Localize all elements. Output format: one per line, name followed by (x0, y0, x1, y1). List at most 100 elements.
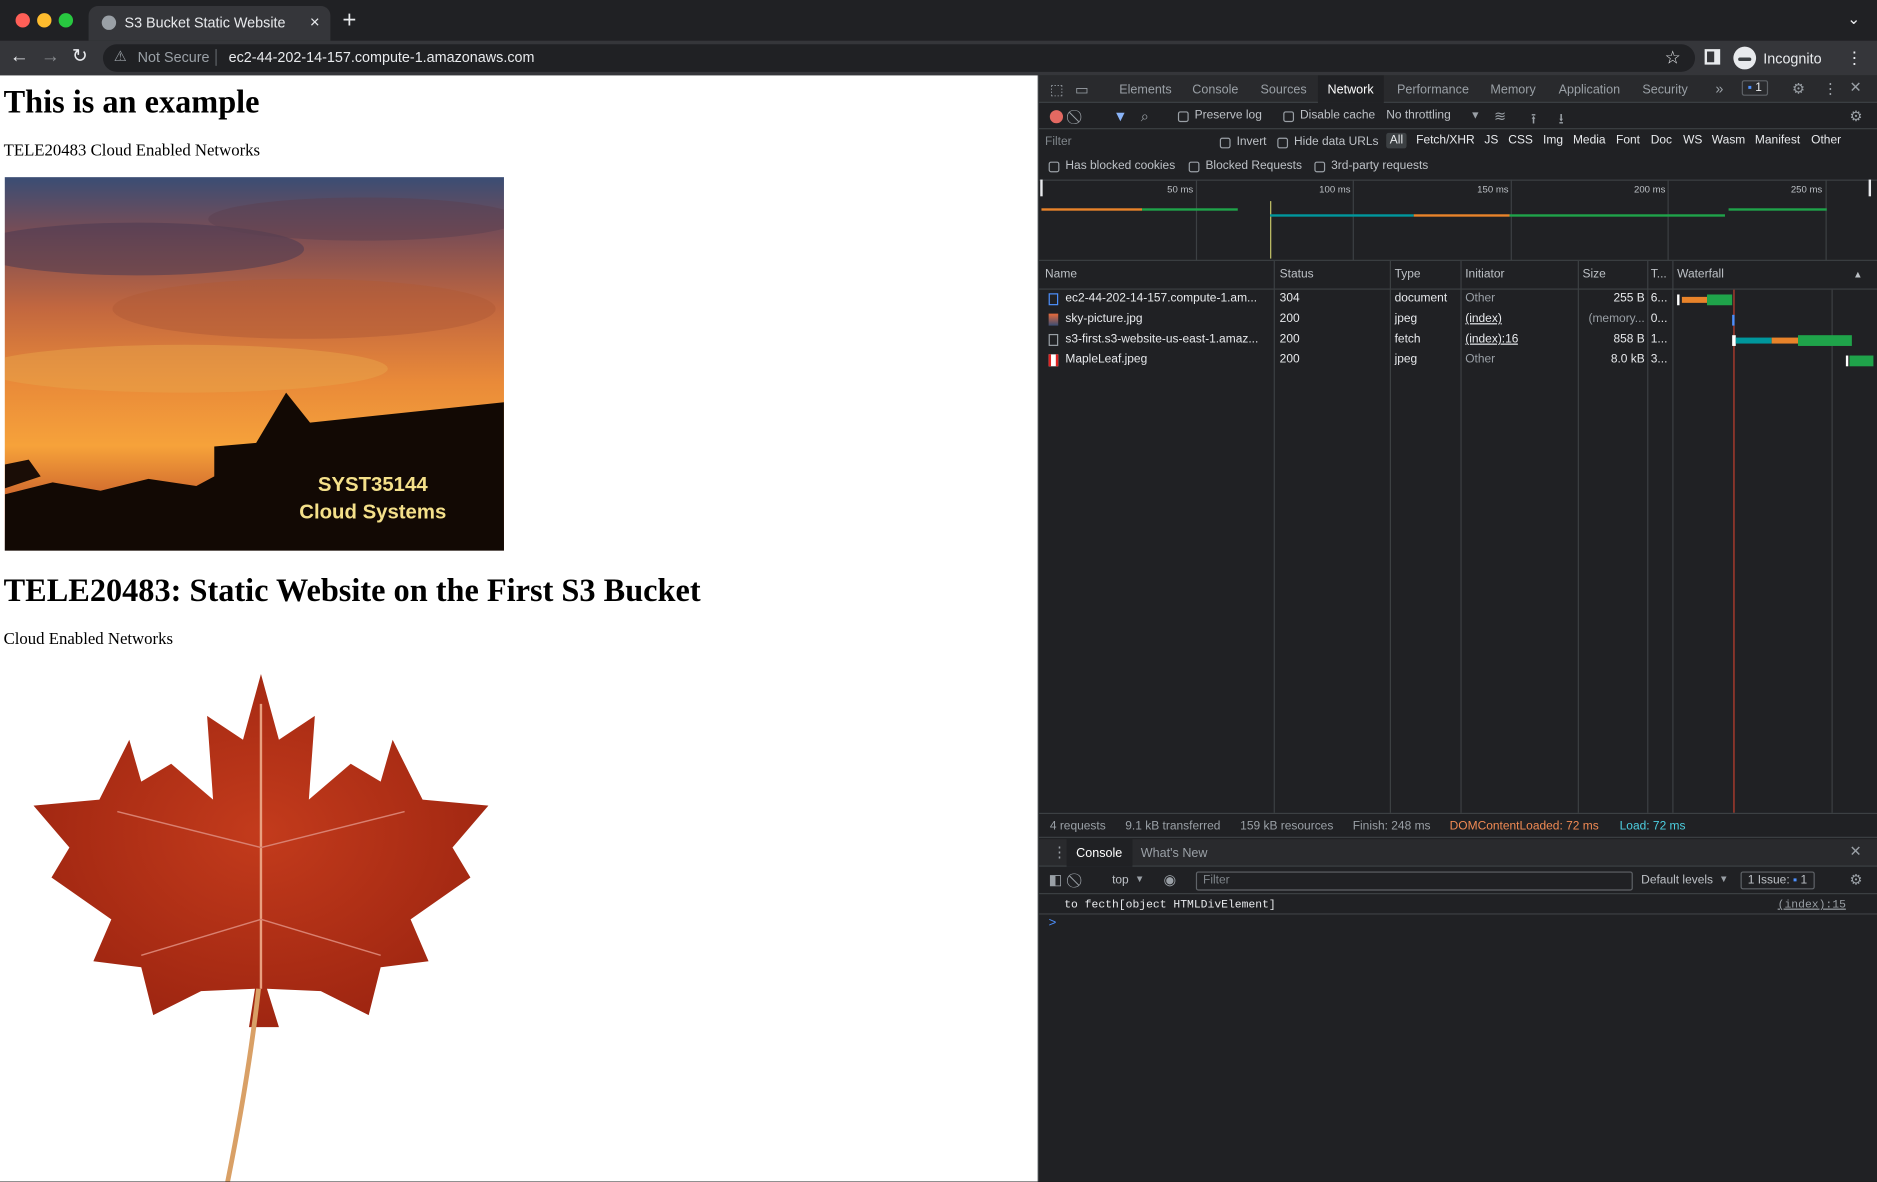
drawer-menu-icon[interactable]: ⋮ (1052, 844, 1066, 861)
tab-memory[interactable]: Memory (1490, 83, 1535, 97)
log-levels-select[interactable]: Default levels (1641, 874, 1713, 887)
request-row[interactable]: sky-picture.jpg 200 jpeg (index) (memory… (1039, 310, 1877, 330)
inspect-element-icon[interactable]: ⬚ (1050, 81, 1064, 98)
url-text[interactable]: ec2-44-202-14-157.compute-1.amazonaws.co… (229, 49, 535, 66)
drawer-tab-console[interactable]: Console (1066, 839, 1132, 867)
column-status[interactable]: Status (1280, 268, 1314, 281)
page-text-1: TELE20483 Cloud Enabled Networks (3, 142, 261, 161)
filter-type-js[interactable]: JS (1484, 134, 1498, 147)
filter-type-manifest[interactable]: Manifest (1755, 134, 1800, 147)
console-sidebar-icon[interactable]: ◧ (1049, 871, 1063, 888)
filter-type-other[interactable]: Other (1811, 134, 1841, 147)
tab-application[interactable]: Application (1559, 83, 1620, 97)
settings-gear-icon[interactable]: ⚙ (1792, 80, 1805, 97)
throttling-select[interactable]: No throttling (1386, 109, 1451, 122)
column-size[interactable]: Size (1583, 268, 1606, 281)
overview-left-handle[interactable] (1040, 179, 1043, 197)
filter-bar: Filter Invert Hide data URLs All Fetch/X… (1039, 130, 1877, 181)
back-arrow-icon[interactable]: ← (10, 45, 29, 69)
preserve-log-checkbox[interactable] (1177, 111, 1189, 123)
forward-arrow-icon[interactable]: → (41, 45, 60, 69)
console-message-source[interactable]: (index):15 (1778, 898, 1846, 911)
tab-elements[interactable]: Elements (1119, 83, 1171, 97)
tab-performance[interactable]: Performance (1397, 83, 1469, 97)
filter-type-wasm[interactable]: Wasm (1712, 134, 1745, 147)
request-initiator[interactable]: (index) (1465, 312, 1502, 325)
has-blocked-cookies-checkbox[interactable] (1048, 161, 1060, 173)
overview-right-handle[interactable] (1868, 179, 1872, 197)
tab-console[interactable]: Console (1192, 83, 1238, 97)
filter-type-doc[interactable]: Doc (1651, 134, 1672, 147)
issues-badge[interactable]: ▪ 1 (1741, 80, 1768, 96)
context-selector[interactable]: top (1112, 874, 1129, 887)
request-type: jpeg (1394, 312, 1418, 326)
console-settings-icon[interactable]: ⚙ (1849, 871, 1862, 888)
column-waterfall[interactable]: Waterfall (1677, 268, 1724, 281)
levels-dropdown-icon[interactable]: ▼ (1719, 874, 1728, 885)
tab-security[interactable]: Security (1642, 83, 1687, 97)
hide-data-urls-checkbox[interactable] (1277, 137, 1289, 149)
profile-button[interactable]: Incognito (1733, 45, 1843, 70)
column-initiator[interactable]: Initiator (1465, 268, 1504, 281)
console-toolbar: ◧ ⃠ top ▼ ◉ Filter Default levels ▼ 1 Is… (1039, 868, 1877, 895)
filter-type-font[interactable]: Font (1616, 134, 1640, 147)
blocked-requests-checkbox[interactable] (1188, 161, 1200, 173)
incognito-icon (1733, 46, 1757, 70)
filter-type-ws[interactable]: WS (1683, 134, 1702, 147)
network-overview-timeline[interactable]: 50 ms 100 ms 150 ms 200 ms 250 ms (1039, 179, 1877, 261)
tab-search-chevron-icon[interactable]: ⌄ (1847, 10, 1860, 29)
export-har-icon[interactable]: ⭳ (1559, 108, 1564, 133)
close-window-button[interactable] (15, 13, 30, 28)
tab-network[interactable]: Network (1317, 75, 1384, 103)
column-name[interactable]: Name (1045, 268, 1077, 281)
third-party-checkbox[interactable] (1314, 161, 1326, 173)
record-icon[interactable] (1049, 110, 1063, 124)
more-tabs-icon[interactable]: » (1715, 80, 1723, 97)
minimize-window-button[interactable] (37, 13, 52, 28)
console-filter-input[interactable]: Filter (1195, 871, 1633, 891)
new-tab-button[interactable]: + (342, 7, 356, 33)
filter-type-fetch-xhr[interactable]: Fetch/XHR (1416, 134, 1475, 147)
column-time[interactable]: T... (1651, 268, 1667, 281)
close-tab-icon[interactable]: × (310, 12, 320, 31)
request-row[interactable]: ec2-44-202-14-157.compute-1.am... 304 do… (1039, 290, 1877, 310)
timeline-tick-150: 150 ms (1477, 184, 1509, 196)
filter-type-css[interactable]: CSS (1508, 134, 1533, 147)
console-prompt[interactable]: > (1049, 916, 1057, 930)
side-panel-icon[interactable] (1704, 49, 1721, 65)
network-conditions-icon[interactable]: ≋ (1494, 108, 1506, 125)
request-initiator[interactable]: (index):16 (1465, 333, 1518, 346)
close-devtools-icon[interactable]: ✕ (1849, 79, 1861, 96)
security-label[interactable]: Not Secure (138, 49, 210, 66)
filter-funnel-icon[interactable]: ▼ (1113, 108, 1127, 125)
search-icon[interactable]: ⌕ (1141, 108, 1149, 126)
tab-sources[interactable]: Sources (1261, 83, 1307, 97)
bookmark-star-icon[interactable]: ☆ (1665, 47, 1681, 68)
throttling-dropdown-icon[interactable]: ▼ (1470, 109, 1481, 121)
request-row[interactable]: MapleLeaf.jpeg 200 jpeg Other 8.0 kB 3..… (1039, 351, 1877, 371)
drawer-tab-whats-new[interactable]: What's New (1141, 846, 1208, 860)
column-type[interactable]: Type (1395, 268, 1421, 281)
close-drawer-icon[interactable]: ✕ (1849, 843, 1861, 860)
filter-type-media[interactable]: Media (1573, 134, 1606, 147)
filter-type-all[interactable]: All (1386, 132, 1407, 149)
disable-cache-checkbox[interactable] (1283, 111, 1295, 123)
reload-icon[interactable]: ↻ (72, 45, 88, 69)
live-expression-eye-icon[interactable]: ◉ (1164, 871, 1177, 888)
address-bar[interactable]: ⚠ Not Secure ec2-44-202-14-157.compute-1… (102, 44, 1696, 72)
web-page-content: This is an example TELE20483 Cloud Enabl… (0, 75, 1038, 1182)
zoom-window-button[interactable] (58, 13, 74, 28)
console-issues-button[interactable]: 1 Issue: ▪ 1 (1740, 871, 1815, 890)
network-settings-icon[interactable]: ⚙ (1849, 108, 1862, 125)
browser-tab[interactable]: S3 Bucket Static Website × (88, 5, 331, 41)
devtools-menu-icon[interactable]: ⋮ (1823, 80, 1837, 97)
sort-ascending-icon[interactable]: ▲ (1853, 269, 1862, 280)
context-dropdown-icon[interactable]: ▼ (1135, 874, 1144, 885)
invert-checkbox[interactable] (1219, 137, 1231, 149)
import-har-icon[interactable]: ⭱ (1531, 108, 1536, 133)
filter-type-img[interactable]: Img (1543, 134, 1563, 147)
device-toolbar-icon[interactable]: ▭ (1075, 81, 1089, 98)
request-row[interactable]: s3-first.s3-website-us-east-1.amaz... 20… (1039, 330, 1877, 350)
browser-menu-icon[interactable]: ⋮ (1846, 48, 1863, 68)
filter-input[interactable]: Filter (1045, 135, 1213, 152)
